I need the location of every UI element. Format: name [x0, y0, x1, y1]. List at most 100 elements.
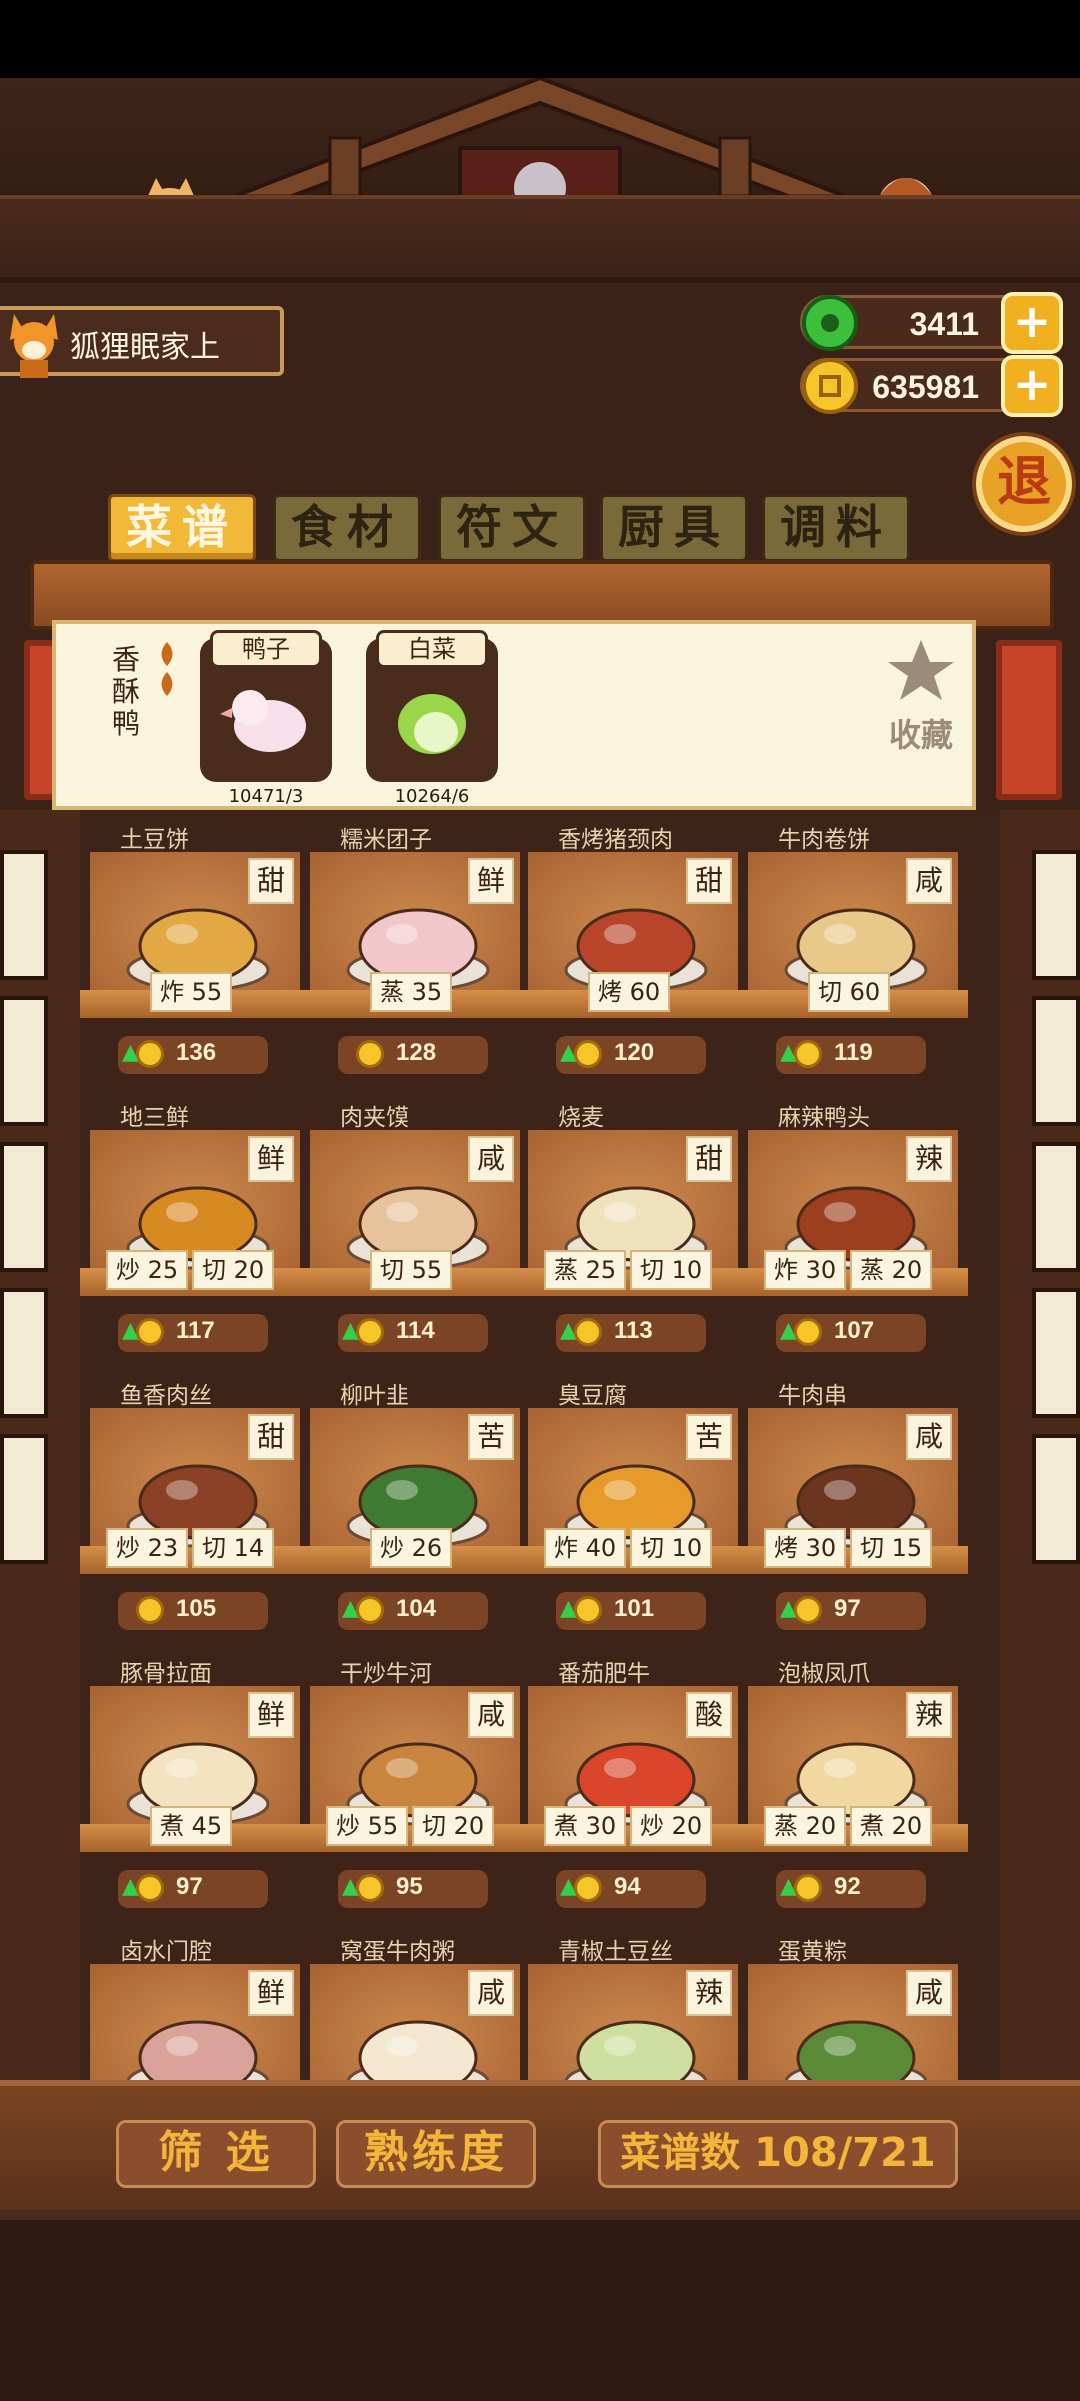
coin-icon — [136, 1318, 164, 1346]
tab-recipes[interactable]: 菜谱 — [108, 494, 256, 562]
recipe-card[interactable]: 牛肉卷饼咸切 60 ▲ 119 — [738, 810, 968, 1084]
tab-ingredients[interactable]: 食材 — [273, 494, 421, 562]
recipe-card[interactable]: 地三鲜鲜炒 25 切 20 ▲ 117 — [80, 1088, 310, 1362]
flavor-badge: 甜 — [686, 1136, 732, 1182]
recipe-card[interactable]: 牛肉串咸烤 30 切 15 ▲ 97 — [738, 1366, 968, 1640]
duck-icon — [220, 690, 306, 752]
cook-method-tag: 炒 25 — [106, 1250, 189, 1290]
cook-method-tag: 炒 26 — [370, 1528, 453, 1568]
flavor-badge: 咸 — [906, 858, 952, 904]
recipe-card[interactable]: 鱼香肉丝甜炒 23 切 14 105 — [80, 1366, 310, 1640]
recipe-card[interactable]: 番茄肥牛酸煮 30 炒 20 ▲ 94 — [518, 1644, 748, 1918]
recipe-name: 香烤猪颈肉 — [558, 827, 673, 853]
recipe-name: 干炒牛河 — [340, 1661, 432, 1687]
coin-counter: 635981 + — [800, 355, 1063, 417]
coin-icon — [136, 1040, 164, 1068]
status-bar — [0, 0, 1080, 78]
flavor-badge: 甜 — [248, 858, 294, 904]
add-coins-button[interactable]: + — [1001, 355, 1063, 417]
coin-icon — [136, 1596, 164, 1624]
recipe-name: 鱼香肉丝 — [120, 1383, 212, 1409]
recipe-name: 窝蛋牛肉粥 — [340, 1939, 455, 1965]
cook-method-tag: 蒸 25 — [544, 1250, 627, 1290]
coin-icon — [574, 1040, 602, 1068]
recipe-grid: 土豆饼甜炸 55 ▲ 136 糯米团子鲜蒸 35 128 香烤猪颈肉甜烤 60 ▲ 120 牛肉… — [80, 810, 1000, 2130]
flavor-badge: 鲜 — [248, 1692, 294, 1738]
recipe-card[interactable]: 柳叶韭苦炒 26 ▲ 104 — [300, 1366, 530, 1640]
selected-dish-name: 香酥鸭 — [112, 643, 141, 740]
exit-button[interactable]: 退 — [976, 436, 1072, 532]
recipe-card[interactable]: 土豆饼甜炸 55 ▲ 136 — [80, 810, 310, 1084]
tab-seasoning[interactable]: 调料 — [762, 494, 910, 562]
tab-cookware[interactable]: 厨具 — [600, 494, 748, 562]
cook-method-tag: 煮 20 — [850, 1806, 933, 1846]
tab-runes[interactable]: 符文 — [438, 494, 586, 562]
flavor-badge: 辣 — [906, 1692, 952, 1738]
fox-avatar-icon — [10, 314, 58, 378]
recipe-card[interactable]: 干炒牛河咸炒 55 切 20 ▲ 95 — [300, 1644, 530, 1918]
cook-method-tag: 切 20 — [412, 1806, 495, 1846]
roof-plank — [0, 195, 1080, 277]
price-tag: ▲ 114 — [338, 1314, 488, 1352]
cook-method-tag: 炒 20 — [630, 1806, 713, 1846]
floor — [0, 2210, 1080, 2401]
coin-icon — [356, 1596, 384, 1624]
recipe-card[interactable]: 泡椒凤爪辣蒸 20 煮 20 ▲ 92 — [738, 1644, 968, 1918]
recipe-card[interactable]: 豚骨拉面鲜煮 45 ▲ 97 — [80, 1644, 310, 1918]
price-value: 97 — [176, 1873, 203, 1900]
cook-method-tag: 炸 40 — [544, 1528, 627, 1568]
left-wall — [0, 810, 80, 2210]
price-value: 101 — [614, 1595, 655, 1622]
price-value: 120 — [614, 1039, 655, 1066]
price-tag: ▲ 97 — [776, 1592, 926, 1630]
shop-name-plate[interactable]: 狐狸眠家上 — [0, 306, 284, 378]
recipe-card[interactable]: 肉夹馍咸切 55 ▲ 114 — [300, 1088, 530, 1362]
flavor-badge: 苦 — [686, 1414, 732, 1460]
add-gems-button[interactable]: + — [1001, 292, 1063, 354]
price-value: 136 — [176, 1039, 217, 1066]
cook-method-tag: 烤 30 — [764, 1528, 847, 1568]
cook-method-tag: 切 20 — [192, 1250, 275, 1290]
gem-value: 3411 — [909, 306, 979, 342]
cook-method-tag: 炒 23 — [106, 1528, 189, 1568]
ingredient-slot-duck[interactable]: 鸭子 10471/3 — [200, 630, 332, 807]
coin-icon — [574, 1318, 602, 1346]
recipe-detail-panel: 香酥鸭 鸭子 10471/3 白菜 10264/6 收藏 — [52, 620, 976, 810]
ingredient-name: 鸭子 — [210, 630, 322, 668]
ingredient-count: 10264/6 — [394, 786, 470, 807]
price-tag: ▲ 107 — [776, 1314, 926, 1352]
recipe-name: 麻辣鸭头 — [778, 1105, 870, 1131]
gold-coin-icon — [802, 358, 858, 414]
cook-method-tag: 蒸 20 — [850, 1250, 933, 1290]
price-tag: ▲ 104 — [338, 1592, 488, 1630]
cook-method-tag: 烤 60 — [588, 972, 671, 1012]
coin-value: 635981 — [872, 369, 979, 405]
price-value: 95 — [396, 1873, 423, 1900]
price-tag: ▲ 119 — [776, 1036, 926, 1074]
recipe-card[interactable]: 糯米团子鲜蒸 35 128 — [300, 810, 530, 1084]
mastery-button[interactable]: 熟练度 — [336, 2120, 536, 2188]
cook-method-tag: 煮 30 — [544, 1806, 627, 1846]
favorite-button[interactable]: 收藏 — [876, 638, 966, 756]
filter-button[interactable]: 筛 选 — [116, 2120, 316, 2188]
price-tag: ▲ 136 — [118, 1036, 268, 1074]
recipe-card[interactable]: 香烤猪颈肉甜烤 60 ▲ 120 — [518, 810, 748, 1084]
ingredient-slot-cabbage[interactable]: 白菜 10264/6 — [366, 630, 498, 807]
recipe-name: 卤水门腔 — [120, 1939, 212, 1965]
recipe-card[interactable]: 臭豆腐苦炸 40 切 10 ▲ 101 — [518, 1366, 748, 1640]
recipe-card[interactable]: 麻辣鸭头辣炸 30 蒸 20 ▲ 107 — [738, 1088, 968, 1362]
cook-method-tag: 切 15 — [850, 1528, 933, 1568]
gem-counter: 3411 + — [800, 292, 1063, 354]
recipe-name: 糯米团子 — [340, 827, 432, 853]
shop-name: 狐狸眠家上 — [70, 330, 220, 365]
cook-method-tag: 炒 55 — [326, 1806, 409, 1846]
right-wall — [1000, 810, 1080, 2210]
recipe-card[interactable]: 烧麦甜蒸 25 切 10 ▲ 113 — [518, 1088, 748, 1362]
price-tag: ▲ 94 — [556, 1870, 706, 1908]
flavor-badge: 咸 — [468, 1136, 514, 1182]
price-value: 119 — [834, 1039, 873, 1066]
coin-icon — [356, 1318, 384, 1346]
flavor-badge: 苦 — [468, 1414, 514, 1460]
price-value: 114 — [396, 1317, 435, 1344]
cook-method-tag: 切 14 — [192, 1528, 275, 1568]
